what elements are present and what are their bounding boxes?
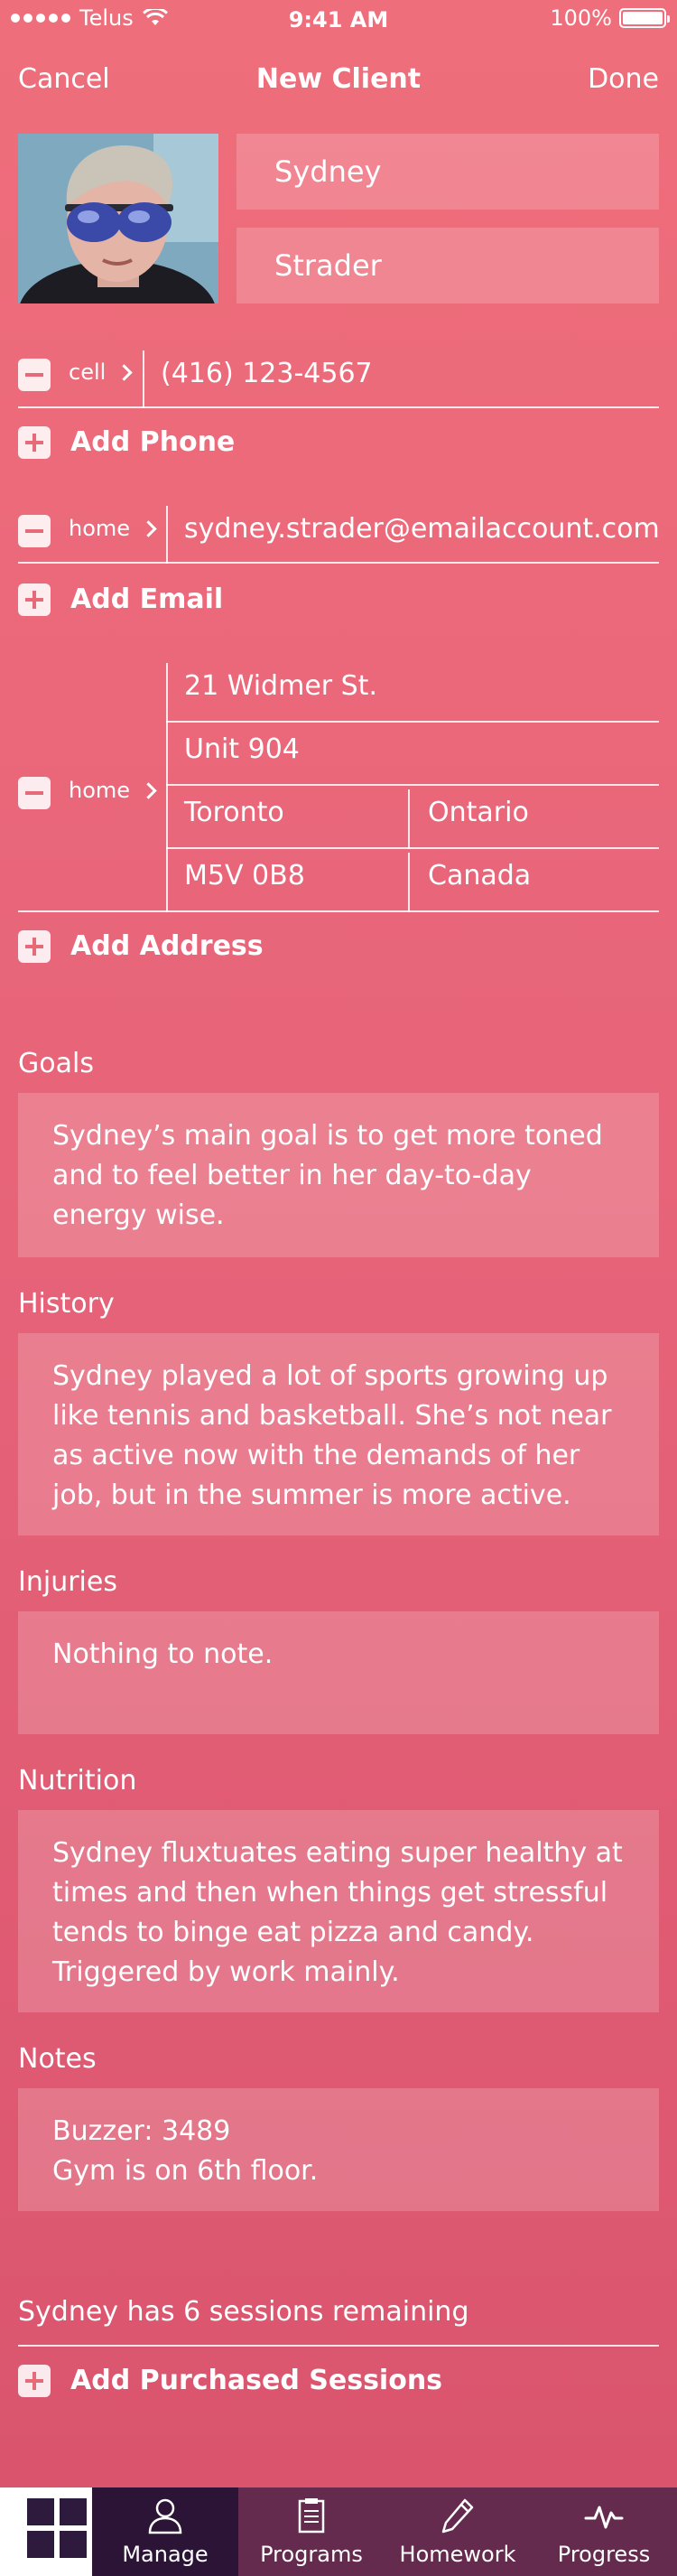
battery-icon — [619, 8, 670, 28]
chevron-right-icon — [140, 781, 157, 799]
sessions-remaining-text: Sydney has 6 sessions remaining — [18, 2296, 469, 2328]
status-right: 100% — [550, 5, 670, 31]
phone-input[interactable]: (416) 123-4567 — [161, 358, 373, 389]
history-textarea[interactable]: Sydney played a lot of sports growing up… — [18, 1333, 659, 1535]
navigation-bar: Cancel New Client Done — [0, 60, 677, 103]
chevron-right-icon — [140, 519, 157, 537]
address-type-selector[interactable]: home — [69, 778, 157, 803]
last-name-field[interactable]: Strader — [236, 228, 659, 303]
history-title: History — [18, 1288, 115, 1320]
add-sessions-icon[interactable] — [18, 2365, 51, 2397]
email-type-label: home — [69, 516, 131, 541]
email-input[interactable]: sydney.strader@emailaccount.com — [184, 513, 660, 545]
client-avatar[interactable] — [18, 134, 218, 303]
add-address-button[interactable]: Add Address — [70, 930, 264, 962]
add-email-button[interactable]: Add Email — [70, 583, 223, 615]
province-input[interactable]: Ontario — [428, 797, 529, 828]
divider — [408, 853, 410, 912]
remove-phone-button[interactable] — [18, 359, 51, 391]
tab-homework[interactable]: Homework — [385, 2487, 531, 2576]
add-phone-button[interactable]: Add Phone — [70, 426, 235, 458]
battery-percent: 100% — [550, 5, 612, 31]
nutrition-textarea[interactable]: Sydney fluxtuates eating super healthy a… — [18, 1810, 659, 2012]
goals-textarea[interactable]: Sydney’s main goal is to get more toned … — [18, 1093, 659, 1257]
address-type-label: home — [69, 778, 131, 803]
add-email-icon[interactable] — [18, 583, 51, 616]
divider — [18, 406, 659, 408]
menu-grid-button[interactable] — [0, 2487, 92, 2576]
country-input[interactable]: Canada — [428, 860, 531, 891]
unit-input[interactable]: Unit 904 — [184, 733, 300, 765]
tab-programs[interactable]: Programs — [238, 2487, 385, 2576]
tab-manage[interactable]: Manage — [92, 2487, 238, 2576]
add-phone-icon[interactable] — [18, 426, 51, 459]
phone-type-label: cell — [69, 359, 107, 385]
tab-progress[interactable]: Progress — [531, 2487, 677, 2576]
tab-bar: Manage Programs Homework Progress — [0, 2487, 677, 2576]
postal-code-input[interactable]: M5V 0B8 — [184, 860, 305, 891]
notes-title: Notes — [18, 2043, 97, 2075]
grid-icon — [27, 2498, 54, 2525]
avatar-photo — [18, 134, 218, 303]
user-icon — [148, 2498, 182, 2534]
divider — [166, 784, 659, 786]
injuries-textarea[interactable]: Nothing to note. — [18, 1611, 659, 1734]
divider — [408, 789, 410, 849]
tab-label: Programs — [260, 2542, 363, 2567]
grid-icon — [60, 2498, 87, 2525]
phone-type-selector[interactable]: cell — [69, 359, 133, 385]
remove-email-button[interactable] — [18, 515, 51, 547]
chevron-right-icon — [116, 363, 133, 381]
add-purchased-sessions-button[interactable]: Add Purchased Sessions — [70, 2365, 442, 2396]
tab-label: Homework — [399, 2542, 516, 2567]
first-name-field[interactable]: Sydney — [236, 134, 659, 210]
divider — [143, 350, 144, 408]
grid-icon — [27, 2531, 54, 2558]
divider — [18, 562, 659, 564]
tab-label: Progress — [557, 2542, 651, 2567]
pencil-icon — [441, 2498, 474, 2534]
notes-textarea[interactable]: Buzzer: 3489 Gym is on 6th floor. — [18, 2088, 659, 2211]
street-input[interactable]: 21 Widmer St. — [184, 670, 377, 702]
divider — [18, 910, 659, 912]
goals-title: Goals — [18, 1048, 94, 1079]
status-bar: Telus 9:41 AM 100% — [0, 0, 677, 36]
email-type-selector[interactable]: home — [69, 516, 157, 541]
tab-label: Manage — [122, 2542, 209, 2567]
pulse-icon — [584, 2506, 624, 2529]
clipboard-icon — [298, 2498, 325, 2534]
city-input[interactable]: Toronto — [184, 797, 284, 828]
injuries-title: Injuries — [18, 1566, 117, 1598]
remove-address-button[interactable] — [18, 777, 51, 809]
done-button[interactable]: Done — [588, 63, 659, 95]
divider — [166, 847, 659, 849]
divider — [166, 663, 168, 912]
divider — [166, 721, 659, 723]
grid-icon — [60, 2531, 87, 2558]
add-address-icon[interactable] — [18, 930, 51, 963]
nutrition-title: Nutrition — [18, 1765, 137, 1797]
divider — [166, 506, 168, 564]
page-title: New Client — [255, 63, 422, 95]
divider — [18, 2345, 659, 2347]
